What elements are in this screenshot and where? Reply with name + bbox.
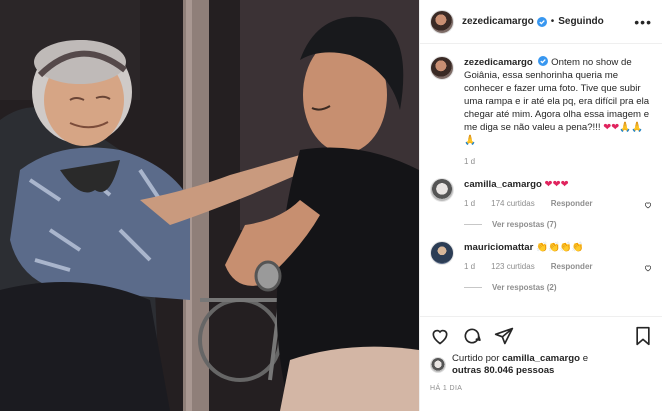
reply-button[interactable]: Responder xyxy=(551,260,593,273)
comment-like-count[interactable]: 174 curtidas xyxy=(491,197,535,210)
heart-emoji: ❤ xyxy=(544,179,553,190)
comment-bubble-icon[interactable] xyxy=(462,326,482,346)
caption-username[interactable]: zezedicamargo xyxy=(464,57,533,68)
clapping-hands-emoji: 👏 xyxy=(559,242,572,253)
reply-button[interactable]: Responder xyxy=(551,197,593,210)
heart-icon[interactable] xyxy=(430,326,450,346)
liked-by-text: Curtido por camilla_camargo e outras 80.… xyxy=(452,353,588,377)
liked-by-prefix: Curtido por xyxy=(452,353,500,364)
praying-hands-emoji: 🙏 xyxy=(464,135,476,146)
comment-like-heart-icon[interactable] xyxy=(640,263,652,273)
paper-plane-icon[interactable] xyxy=(494,326,514,346)
comment-time: 1 d xyxy=(464,262,476,271)
comments-list: zezedicamargo Ontem no show de Goiânia, … xyxy=(420,44,662,358)
separator-dot: • xyxy=(550,16,555,27)
action-icons xyxy=(430,325,652,347)
comment-item: camilla_camargo ❤❤❤ 1 d 174 curtidas Res… xyxy=(430,178,652,231)
heart-emoji: ❤ xyxy=(560,179,569,190)
follow-status-button[interactable]: Seguindo xyxy=(558,16,604,27)
post-header: zezedicamargo • Seguindo ••• xyxy=(420,0,662,44)
view-replies-label: Ver respostas (7) xyxy=(492,220,557,229)
caption-avatar[interactable] xyxy=(430,56,454,80)
commenter-username[interactable]: mauriciomattar xyxy=(464,242,533,253)
verified-badge-icon xyxy=(536,16,547,27)
liked-by-joiner: e xyxy=(582,353,589,364)
post-actions: Curtido por camilla_camargo e outras 80.… xyxy=(420,316,662,392)
commenter-avatar[interactable] xyxy=(430,241,454,265)
view-replies-button[interactable]: Ver respostas (7) xyxy=(464,218,640,231)
liked-by: Curtido por camilla_camargo e outras 80.… xyxy=(430,353,652,377)
liker-avatar[interactable] xyxy=(430,357,446,373)
caption-body: zezedicamargo Ontem no show de Goiânia, … xyxy=(464,56,652,168)
comment-body: mauriciomattar 👏👏👏👏 1 d 123 curtidas Res… xyxy=(464,241,640,294)
heart-emoji: ❤ xyxy=(552,179,561,190)
comment-meta: 1 d 123 curtidas Responder xyxy=(464,260,640,273)
view-replies-label: Ver respostas (2) xyxy=(492,283,557,292)
bookmark-icon[interactable] xyxy=(634,326,652,346)
commenter-avatar[interactable] xyxy=(430,178,454,202)
post-side-panel: zezedicamargo • Seguindo ••• zezedicamar… xyxy=(419,0,662,411)
author-username[interactable]: zezedicamargo xyxy=(462,16,534,27)
replies-divider xyxy=(464,224,482,225)
caption-timestamp: 1 d xyxy=(464,157,476,166)
comment-time: 1 d xyxy=(464,199,476,208)
clapping-hands-emoji: 👏 xyxy=(535,242,548,253)
clapping-hands-emoji: 👏 xyxy=(547,242,560,253)
comment-like-count[interactable]: 123 curtidas xyxy=(491,260,535,273)
liked-by-user[interactable]: camilla_camargo xyxy=(502,353,580,364)
comment-meta: 1 d 174 curtidas Responder xyxy=(464,197,640,210)
comment-item: mauriciomattar 👏👏👏👏 1 d 123 curtidas Res… xyxy=(430,241,652,294)
view-replies-button[interactable]: Ver respostas (2) xyxy=(464,281,640,294)
praying-hands-emoji: 🙏 xyxy=(631,122,644,133)
caption: zezedicamargo Ontem no show de Goiânia, … xyxy=(430,56,652,168)
comment-like-heart-icon[interactable] xyxy=(640,200,652,210)
post-photo[interactable] xyxy=(0,0,419,411)
post-timestamp[interactable]: HÁ 1 DIA xyxy=(430,385,652,392)
post-photo-illustration xyxy=(0,0,419,411)
clapping-hands-emoji: 👏 xyxy=(571,242,584,253)
author-avatar[interactable] xyxy=(430,9,454,34)
commenter-username[interactable]: camilla_camargo xyxy=(464,179,542,190)
liked-by-others[interactable]: outras 80.046 pessoas xyxy=(452,365,554,376)
verified-badge-icon xyxy=(538,56,549,66)
more-options-icon[interactable]: ••• xyxy=(634,15,652,29)
replies-divider xyxy=(464,287,482,288)
comment-body: camilla_camargo ❤❤❤ 1 d 174 curtidas Res… xyxy=(464,178,640,231)
praying-hands-emoji: 🙏 xyxy=(619,122,632,133)
